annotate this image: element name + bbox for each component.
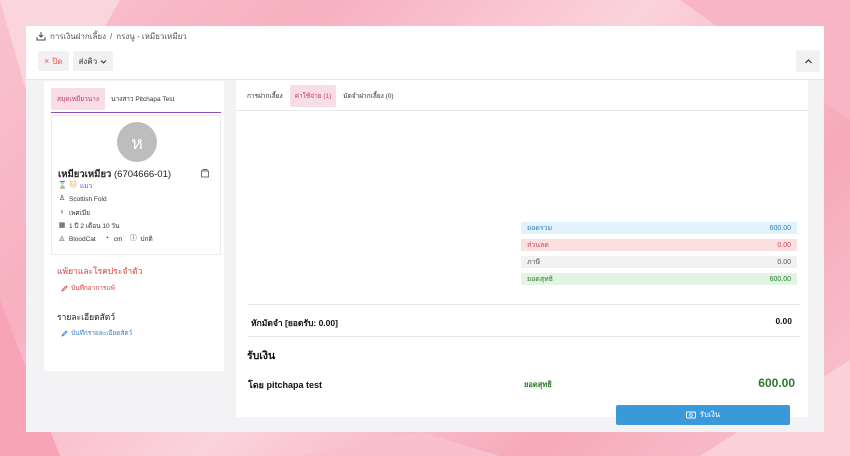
detail-section-title: รายละเอียดสัตว์	[57, 312, 116, 322]
send-queue-button[interactable]: ส่งคิว	[72, 51, 114, 71]
info-circle-icon: ⓘ	[129, 235, 137, 242]
tab-expenses[interactable]: ค่าใช้จ่าย (1)	[289, 85, 337, 107]
close-button-label: ปิด	[52, 56, 63, 66]
breadcrumb-separator: /	[110, 31, 113, 41]
billing-panel: การฝากเลี้ยง ค่าใช้จ่าย (1) มัดจำฝากเลี้…	[236, 80, 808, 425]
chevron-up-icon	[804, 58, 812, 63]
sex-row: ♀ เพศเมีย	[58, 208, 90, 218]
weight-icon: ◔	[104, 235, 109, 242]
receive-payment-title: รับเงิน	[247, 350, 276, 362]
pet-code: (6704666-01)	[114, 169, 172, 180]
summary-tax-label: ภาษี	[527, 258, 541, 266]
avatar: ห	[117, 122, 157, 162]
hourglass-icon: ⌛	[58, 182, 67, 189]
close-button[interactable]: × ปิด	[38, 51, 69, 71]
tab-deposit[interactable]: มัดจำฝากเลี้ยง (0)	[338, 85, 398, 107]
tab-divider	[236, 110, 808, 111]
chevron-down-icon	[100, 59, 107, 64]
pencil-icon	[61, 284, 68, 292]
breed-value: Scottish Fold	[69, 195, 107, 203]
add-allergy-link[interactable]: บันทึกอาการแพ้	[61, 283, 115, 293]
summary-net-value: 600.00	[769, 275, 791, 283]
app-window: การเงินฝากเลี้ยง / กรงนู - เหมียวเหมียว …	[26, 26, 824, 432]
age-row: ▦ 1 ปี 2 เดือน 10 วัน	[58, 221, 120, 231]
summary-net-row: ยอดสุทธิ 600.00	[521, 273, 797, 285]
status-value: ปกติ	[140, 236, 153, 243]
deposit-value: 0.00	[775, 316, 792, 326]
payer-name: โดย pitchapa test	[248, 380, 322, 390]
net-total-value: 600.00	[758, 376, 795, 390]
blood-drop-icon: ◬	[59, 235, 65, 242]
deposit-row: หักมัดจำ [ยอดรับ: 0.00] 0.00	[251, 316, 792, 330]
summary-total-label: ยอดรวม	[527, 224, 553, 232]
age-value: 1 ปี 2 เดือน 10 วัน	[69, 223, 120, 230]
pencil-icon	[61, 329, 68, 337]
allergy-section-title: แพ้ยาและโรคประจำตัว	[57, 266, 143, 276]
summary-total-value: 600.00	[769, 224, 791, 232]
receive-payment-label: รับเงิน	[699, 410, 721, 419]
sex-value: เพศเมีย	[69, 210, 90, 217]
left-tab-bar: สมุดเหมียวนาง นางสาว Pitchapa Test	[51, 86, 221, 113]
summary-net-label: ยอดสุทธิ	[527, 275, 554, 283]
summary-tax-value: 0.00	[777, 258, 791, 266]
add-allergy-label: บันทึกอาการแพ้	[71, 285, 115, 292]
pet-info-panel: สมุดเหมียวนาง นางสาว Pitchapa Test ห เหม…	[44, 81, 224, 371]
summary-tax-row: ภาษี 0.00	[521, 256, 797, 268]
receive-payment-button[interactable]: รับเงิน	[616, 405, 790, 425]
breadcrumb: การเงินฝากเลี้ยง / กรงนู - เหมียวเหมียว	[36, 30, 187, 42]
tab-pet-book[interactable]: สมุดเหมียวนาง	[51, 88, 105, 110]
female-icon: ♀	[59, 209, 65, 216]
divider	[248, 304, 800, 305]
close-icon: ×	[44, 56, 50, 66]
breed-icon: ♙	[58, 195, 66, 202]
calendar-icon: ▦	[58, 222, 66, 229]
add-detail-link[interactable]: บันทึกรายละเอียดสัตว์	[61, 328, 132, 338]
cash-icon	[685, 411, 696, 419]
pet-name-text: เหมียวเหมียว	[58, 169, 112, 180]
species-row: ⌛ 🐱 แมว	[58, 181, 92, 191]
pet-name: เหมียวเหมียว (6704666-01)	[58, 167, 171, 182]
top-bar: การเงินฝากเลี้ยง / กรงนู - เหมียวเหมียว …	[26, 26, 824, 80]
weight-value: cm	[113, 235, 123, 243]
divider	[248, 336, 800, 337]
cat-icon: 🐱	[69, 182, 77, 189]
download-tray-icon	[36, 32, 46, 41]
net-total-label: ยอดสุทธิ	[524, 380, 552, 389]
copy-icon[interactable]	[200, 168, 210, 178]
toolbar: × ปิด ส่งคิว	[38, 51, 114, 71]
add-detail-label: บันทึกรายละเอียดสัตว์	[71, 330, 133, 337]
blood-value: BloodCat	[69, 235, 96, 243]
tab-boarding[interactable]: การฝากเลี้ยง	[242, 85, 288, 107]
deposit-label: หักมัดจำ [ยอดรับ: 0.00]	[251, 318, 338, 328]
collapse-button[interactable]	[796, 50, 820, 72]
summary-discount-value: 0.00	[777, 241, 791, 249]
summary-discount-label: ส่วนลด	[527, 241, 549, 249]
pet-card: ห เหมียวเหมียว (6704666-01) ⌛ 🐱 แมว ♙ Sc…	[51, 115, 221, 255]
summary-total-row: ยอดรวม 600.00	[521, 222, 797, 234]
breadcrumb-part-2: กรงนู - เหมียวเหมียว	[116, 31, 187, 41]
vitals-row: ◬ BloodCat ◔ cm ⓘ ปกติ	[58, 234, 153, 244]
species-value: แมว	[80, 183, 93, 190]
right-tab-bar: การฝากเลี้ยง ค่าใช้จ่าย (1) มัดจำฝากเลี้…	[242, 84, 399, 108]
tab-owner[interactable]: นางสาว Pitchapa Test	[105, 88, 180, 110]
breadcrumb-part-1[interactable]: การเงินฝากเลี้ยง	[50, 30, 106, 43]
breed-row: ♙ Scottish Fold	[58, 195, 107, 203]
send-queue-label: ส่งคิว	[78, 56, 98, 66]
summary-discount-row: ส่วนลด 0.00	[521, 239, 797, 251]
